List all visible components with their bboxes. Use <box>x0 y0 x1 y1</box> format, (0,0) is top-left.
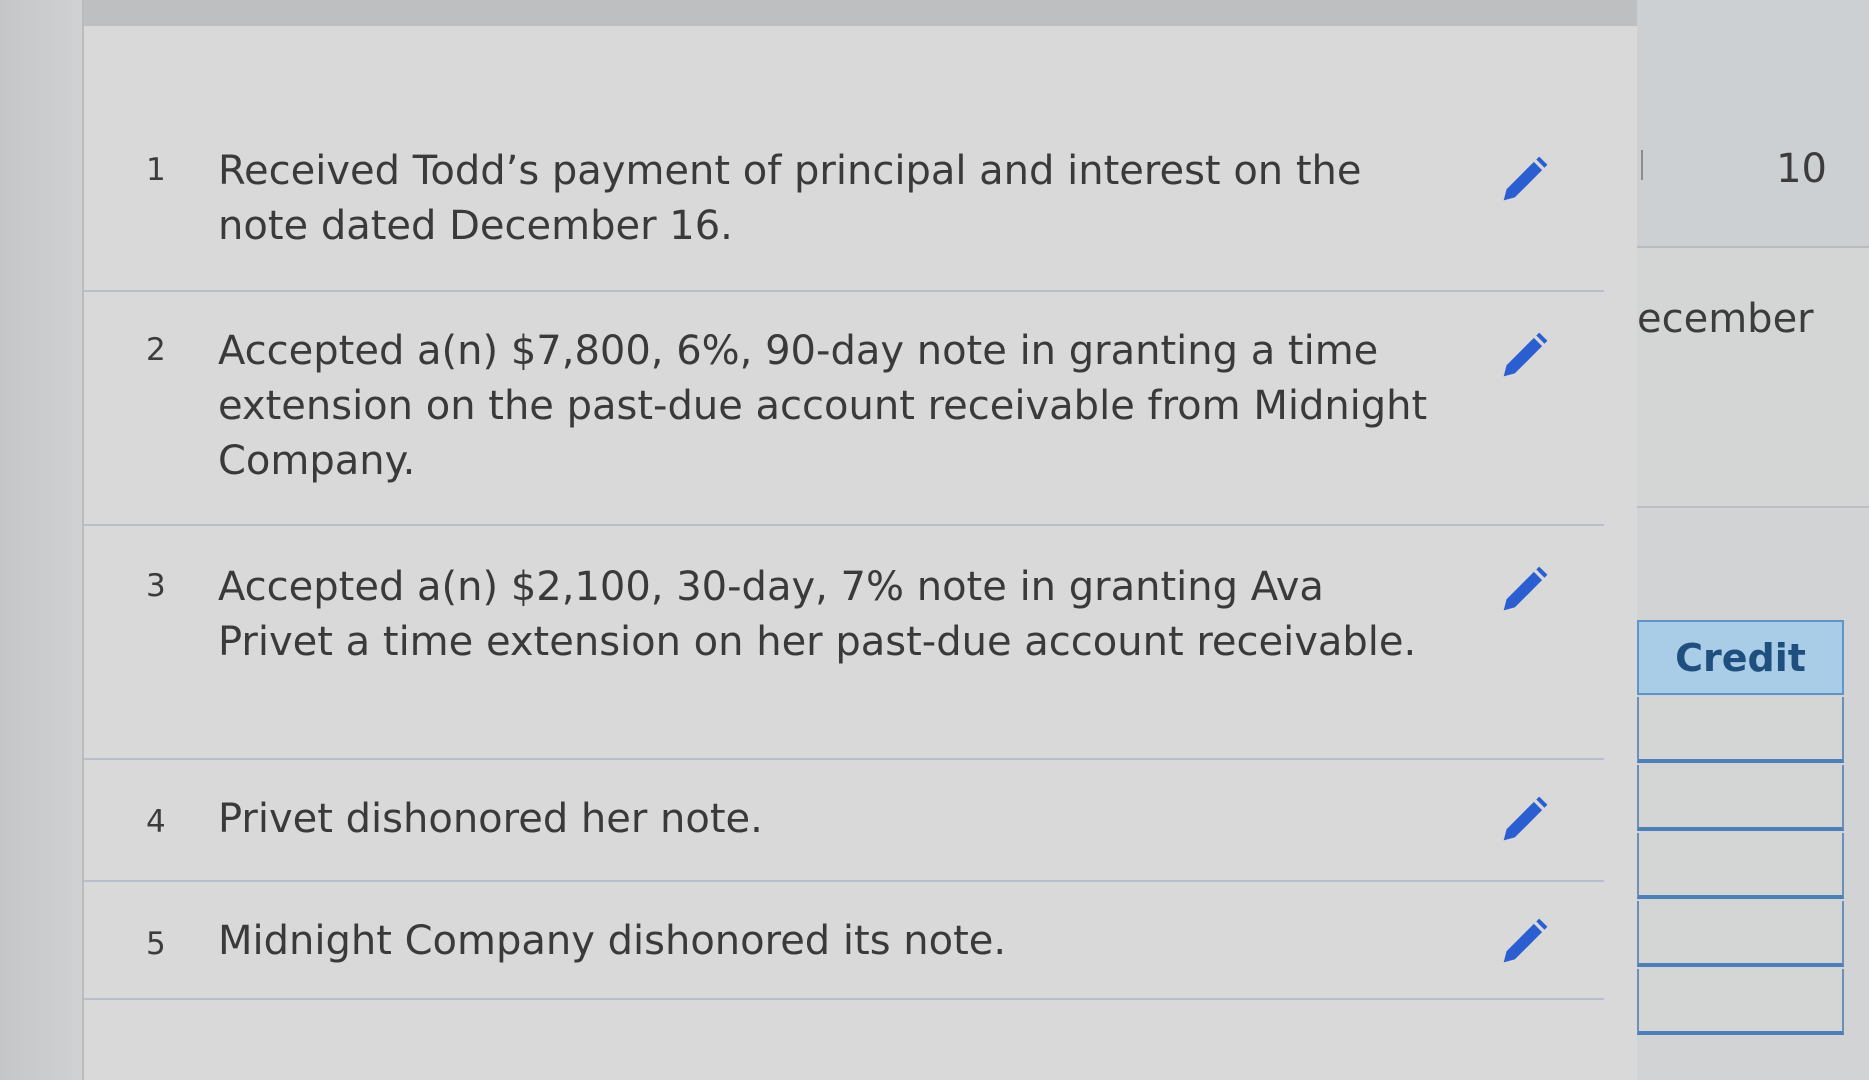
transaction-row-5: 5 Midnight Company dishonored its note. <box>84 882 1604 1000</box>
edit-pencil-icon[interactable] <box>1494 328 1552 386</box>
transaction-row-1: 1 Received Todd’s payment of principal a… <box>84 100 1604 292</box>
transaction-row-3: 3 Accepted a(n) $2,100, 30-day, 7% note … <box>84 526 1604 760</box>
credit-input-cell[interactable] <box>1637 833 1844 899</box>
row-description: Accepted a(n) $7,800, 6%, 90-day note in… <box>218 328 1428 484</box>
row-description: Accepted a(n) $2,100, 30-day, 7% note in… <box>218 564 1417 665</box>
credit-input-cell[interactable] <box>1637 901 1844 967</box>
transaction-list-panel: 1 Received Todd’s payment of principal a… <box>82 0 1704 1080</box>
credit-column-header: Credit <box>1637 620 1844 695</box>
row-number: 3 <box>146 568 166 604</box>
row-number: 2 <box>146 332 166 368</box>
edit-pencil-icon[interactable] <box>1494 792 1552 850</box>
credit-input-cell[interactable] <box>1637 969 1844 1035</box>
date-day-cell: 10 <box>1637 0 1869 248</box>
journal-table-area: 10 ecember Credit <box>1637 0 1869 1080</box>
row-description: Privet dishonored her note. <box>218 796 763 842</box>
left-gutter <box>0 0 82 1080</box>
cell-divider <box>1641 150 1643 180</box>
date-day: 10 <box>1776 146 1827 192</box>
row-number: 1 <box>146 152 166 188</box>
edit-pencil-icon[interactable] <box>1494 914 1552 972</box>
row-description: Midnight Company dishonored its note. <box>218 918 1007 964</box>
transaction-row-2: 2 Accepted a(n) $7,800, 6%, 90-day note … <box>84 292 1604 526</box>
credit-input-cell[interactable] <box>1637 697 1844 763</box>
row-number: 5 <box>146 926 166 962</box>
edit-pencil-icon[interactable] <box>1494 562 1552 620</box>
top-strip <box>84 0 1639 26</box>
date-month-cell: ecember <box>1637 248 1869 508</box>
row-description: Received Todd’s payment of principal and… <box>218 148 1362 249</box>
transaction-row-4: 4 Privet dishonored her note. <box>84 760 1604 882</box>
edit-pencil-icon[interactable] <box>1494 152 1552 210</box>
row-number: 4 <box>146 804 166 840</box>
date-month: ecember <box>1637 296 1814 342</box>
credit-input-cell[interactable] <box>1637 765 1844 831</box>
